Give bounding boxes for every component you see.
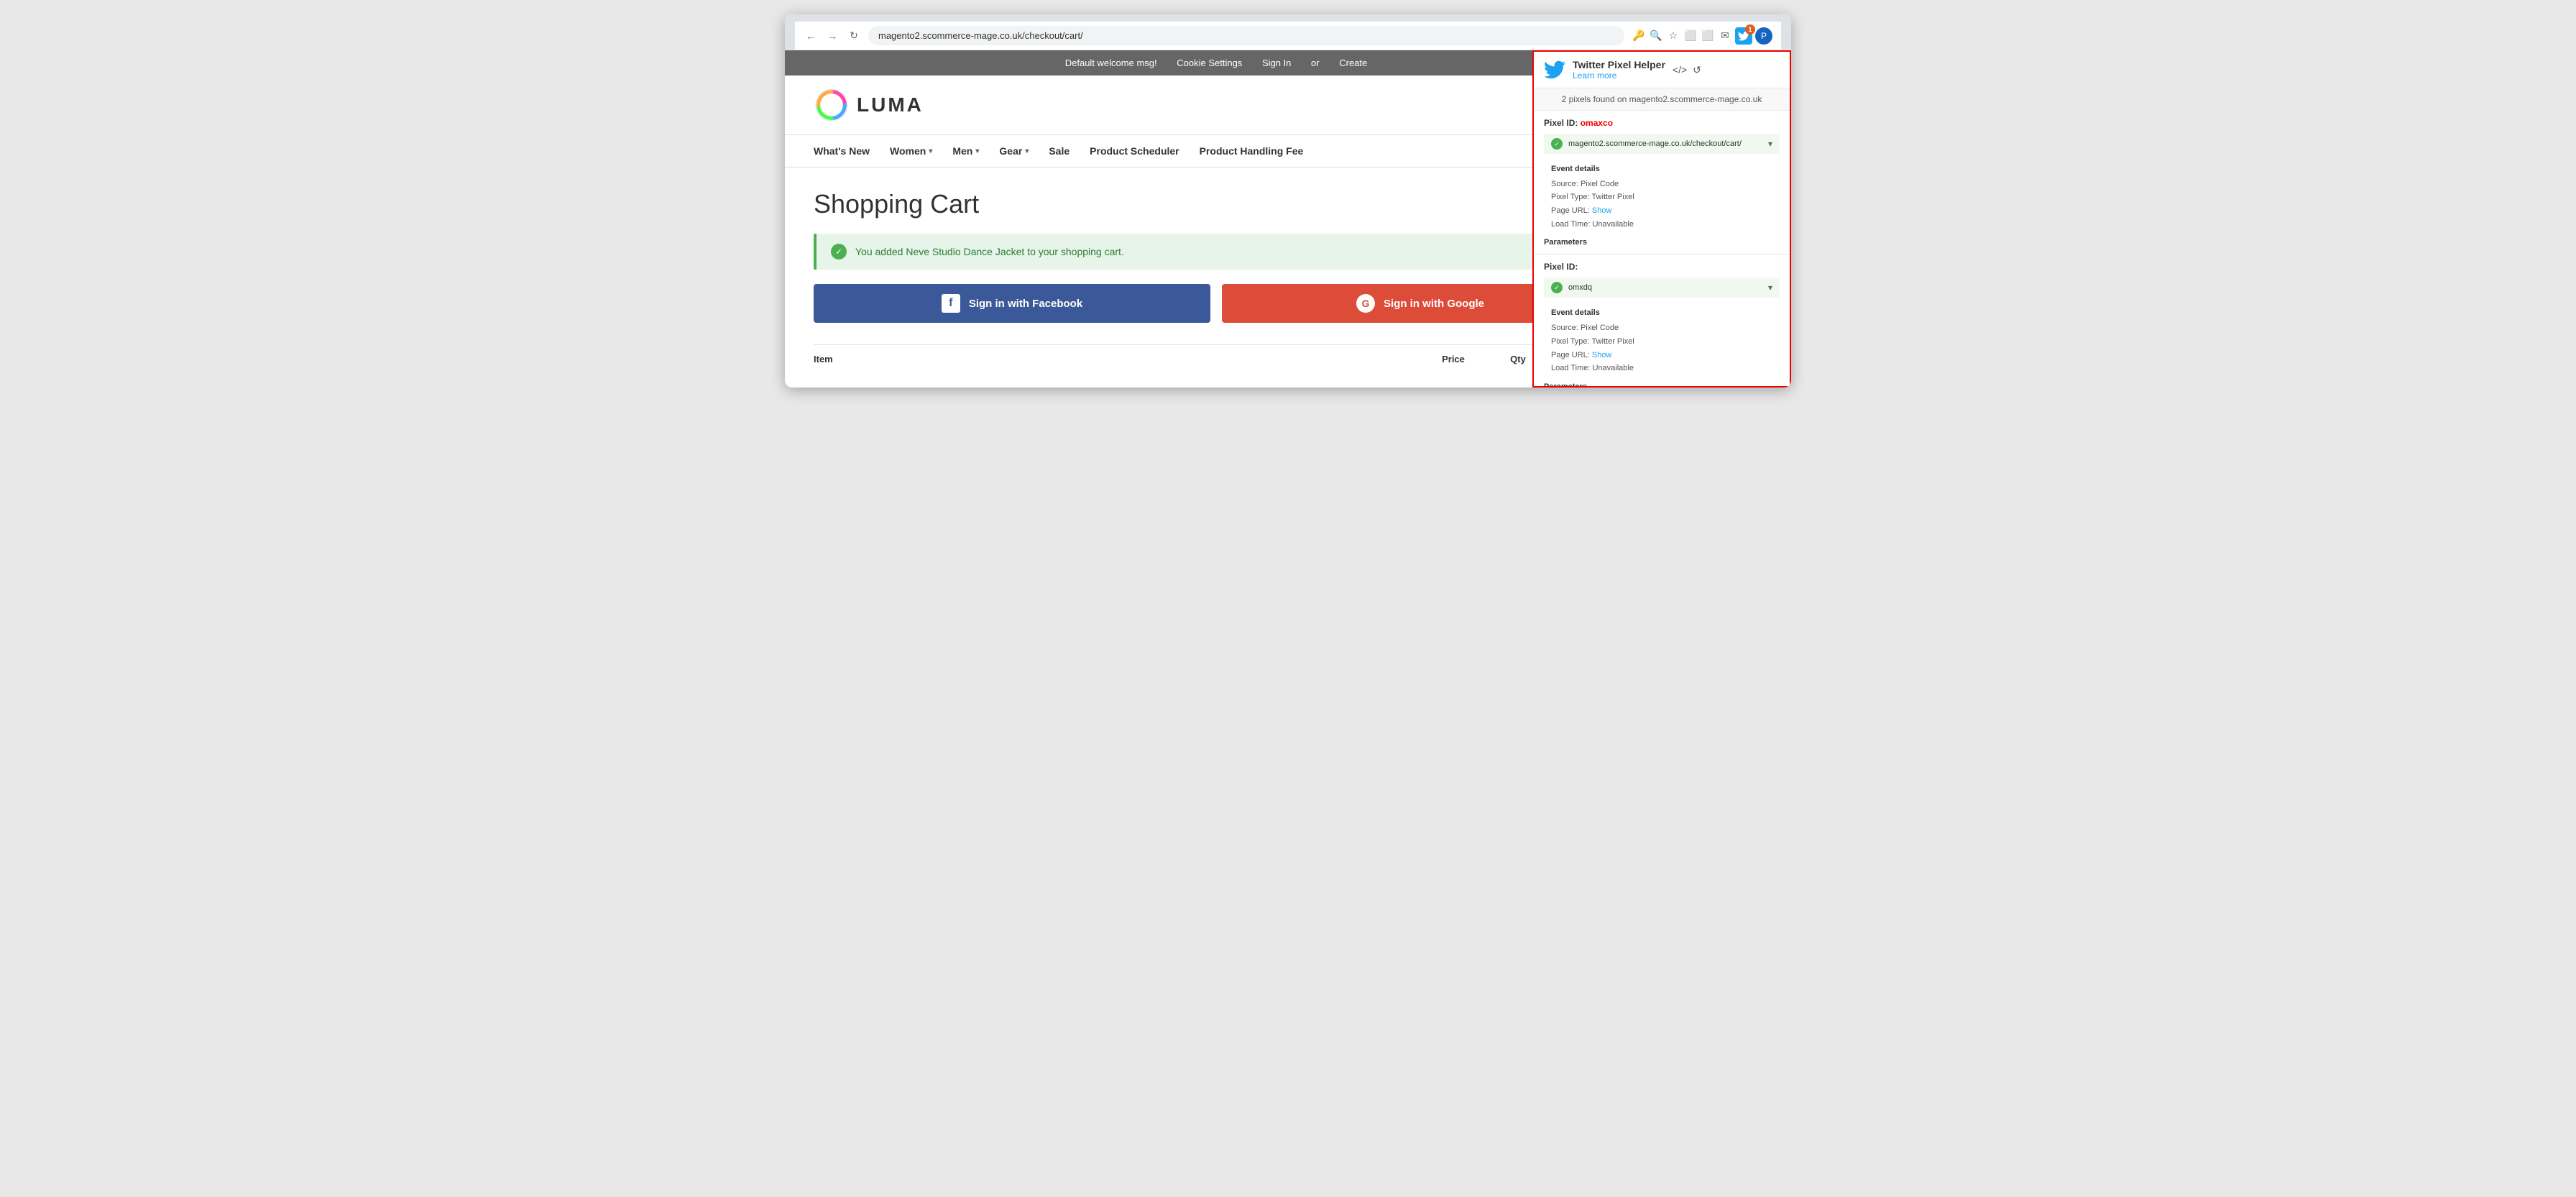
pixel1-url-row[interactable]: ✓ magento2.scommerce-mage.co.uk/checkout… — [1544, 134, 1780, 154]
page-title: Shopping Cart — [814, 189, 1619, 219]
pixel2-url-text: omxdq — [1568, 283, 1592, 292]
pixel-helper-panel: Twitter Pixel Helper Learn more </> ↺ 2 … — [1532, 50, 1791, 387]
pixel2-event-details: Event details Source: Pixel Code Pixel T… — [1544, 303, 1780, 377]
success-message: ✓ You added Neve Studio Dance Jacket to … — [814, 234, 1619, 270]
nav-item-product-scheduler[interactable]: Product Scheduler — [1090, 135, 1179, 167]
pixel2-load-time: Load Time: Unavailable — [1551, 362, 1780, 375]
nav-item-gear[interactable]: Gear ▾ — [999, 135, 1029, 167]
pixel1-page-url: Page URL: Show — [1551, 204, 1780, 218]
pixel2-page-url-link[interactable]: Show — [1592, 351, 1612, 359]
zoom-icon[interactable]: 🔍 — [1649, 29, 1663, 43]
facebook-button-label: Sign in with Facebook — [969, 298, 1082, 310]
ext3-icon[interactable]: ✉ — [1718, 29, 1732, 43]
pixel1-params-label: Parameters — [1544, 238, 1780, 247]
cookie-settings-link[interactable]: Cookie Settings — [1177, 58, 1242, 68]
site-main: Shopping Cart ✓ You added Neve Studio Da… — [785, 168, 1647, 387]
ext1-icon[interactable]: ⬜ — [1683, 29, 1698, 43]
pixel1-page-url-link[interactable]: Show — [1592, 206, 1612, 215]
luma-logo-icon[interactable] — [814, 87, 850, 123]
panel-header: Twitter Pixel Helper Learn more </> ↺ — [1534, 52, 1790, 88]
pixel2-url-row[interactable]: ✓ omxdq ▾ — [1544, 278, 1780, 298]
pixel2-url-left: ✓ omxdq — [1551, 282, 1592, 293]
nav-item-women[interactable]: Women ▾ — [890, 135, 932, 167]
pixel1-id-label: Pixel ID: omaxco — [1544, 118, 1780, 128]
profile-icon[interactable]: P — [1755, 27, 1772, 45]
learn-more-link[interactable]: Learn more — [1573, 70, 1665, 81]
main-layout: Default welcome msg! Cookie Settings Sig… — [785, 50, 1791, 387]
address-bar-row: ← → ↻ 🔑 🔍 ☆ ⬜ ⬜ ✉ 1 P — [795, 22, 1781, 50]
header-or-text: or — [1311, 58, 1320, 68]
browser-chrome: ← → ↻ 🔑 🔍 ☆ ⬜ ⬜ ✉ 1 P — [785, 14, 1791, 50]
facebook-logo-icon: f — [942, 294, 960, 313]
success-check-icon: ✓ — [831, 244, 847, 260]
site-logo-area: LUMA — [785, 75, 1647, 134]
pixel1-section: Pixel ID: omaxco ✓ magento2.scommerce-ma… — [1534, 111, 1790, 254]
pixel1-pixel-type: Pixel Type: Twitter Pixel — [1551, 191, 1780, 204]
extension-badge: 1 — [1745, 24, 1755, 35]
reload-icon[interactable]: ↻ — [847, 29, 861, 43]
pixel1-source: Source: Pixel Code — [1551, 178, 1780, 191]
panel-title-area: Twitter Pixel Helper Learn more — [1573, 59, 1665, 81]
pixel2-params-label: Parameters — [1544, 382, 1780, 387]
panel-header-icons: </> ↺ — [1673, 64, 1701, 76]
extension-icons: 🔑 🔍 ☆ ⬜ ⬜ ✉ 1 P — [1632, 27, 1772, 45]
pixel2-event-label: Event details — [1551, 306, 1780, 320]
pixel1-chevron-icon: ▾ — [1768, 139, 1772, 149]
google-button-label: Sign in with Google — [1384, 298, 1484, 310]
pixel1-url-text: magento2.scommerce-mage.co.uk/checkout/c… — [1568, 139, 1742, 148]
sign-in-link[interactable]: Sign In — [1262, 58, 1291, 68]
site-content: Default welcome msg! Cookie Settings Sig… — [785, 50, 1647, 387]
pixel2-page-url: Page URL: Show — [1551, 349, 1780, 362]
pixel2-source: Source: Pixel Code — [1551, 321, 1780, 335]
pixel2-id-label: Pixel ID: — [1544, 262, 1780, 272]
pixel1-url-left: ✓ magento2.scommerce-mage.co.uk/checkout… — [1551, 138, 1742, 150]
nav-item-whats-new[interactable]: What's New — [814, 135, 870, 167]
success-message-text: You added Neve Studio Dance Jacket to yo… — [855, 246, 1124, 257]
pixels-found-text: 2 pixels found on magento2.scommerce-mag… — [1534, 88, 1790, 111]
code-icon[interactable]: </> — [1673, 64, 1687, 75]
bookmark-icon[interactable]: ☆ — [1666, 29, 1680, 43]
cart-table-header: Item Price Qty Subtotal — [814, 344, 1619, 373]
nav-item-sale[interactable]: Sale — [1049, 135, 1070, 167]
twitter-pixel-extension-icon[interactable]: 1 — [1735, 27, 1752, 45]
pixel2-chevron-icon: ▾ — [1768, 283, 1772, 293]
create-account-link[interactable]: Create — [1339, 58, 1367, 68]
site-logo-text[interactable]: LUMA — [857, 93, 924, 116]
history-icon[interactable]: ↺ — [1693, 64, 1701, 76]
social-buttons: f Sign in with Facebook G Sign in with G… — [814, 284, 1619, 323]
panel-title: Twitter Pixel Helper — [1573, 59, 1665, 70]
site-nav: What's New Women ▾ Men ▾ Gear ▾ Sale — [785, 134, 1647, 168]
gear-chevron-icon: ▾ — [1025, 147, 1029, 155]
pixel1-status-icon: ✓ — [1551, 138, 1563, 150]
pixel2-section: Pixel ID: ✓ omxdq ▾ Event details Source… — [1534, 254, 1790, 387]
column-item-header: Item — [814, 354, 1417, 364]
address-bar[interactable] — [868, 26, 1624, 45]
nav-item-product-handling-fee[interactable]: Product Handling Fee — [1200, 135, 1304, 167]
women-chevron-icon: ▾ — [929, 147, 932, 155]
pixel1-event-details: Event details Source: Pixel Code Pixel T… — [1544, 160, 1780, 234]
site-header-top: Default welcome msg! Cookie Settings Sig… — [785, 50, 1647, 75]
facebook-signin-button[interactable]: f Sign in with Facebook — [814, 284, 1210, 323]
pixel2-pixel-type: Pixel Type: Twitter Pixel — [1551, 335, 1780, 349]
pixel1-load-time: Load Time: Unavailable — [1551, 218, 1780, 231]
pixel2-status-icon: ✓ — [1551, 282, 1563, 293]
column-price-header: Price — [1417, 354, 1489, 364]
ext2-icon[interactable]: ⬜ — [1701, 29, 1715, 43]
back-icon[interactable]: ← — [804, 29, 818, 43]
men-chevron-icon: ▾ — [975, 147, 979, 155]
nav-item-men[interactable]: Men ▾ — [952, 135, 979, 167]
browser-window: ← → ↻ 🔑 🔍 ☆ ⬜ ⬜ ✉ 1 P D — [785, 14, 1791, 387]
twitter-bird-icon — [1544, 59, 1565, 81]
password-icon[interactable]: 🔑 — [1632, 29, 1646, 43]
forward-icon[interactable]: → — [825, 29, 840, 43]
pixel1-event-label: Event details — [1551, 162, 1780, 176]
google-logo-icon: G — [1356, 294, 1375, 313]
welcome-message: Default welcome msg! — [1065, 58, 1157, 68]
pixel1-id-value: omaxco — [1581, 118, 1613, 128]
